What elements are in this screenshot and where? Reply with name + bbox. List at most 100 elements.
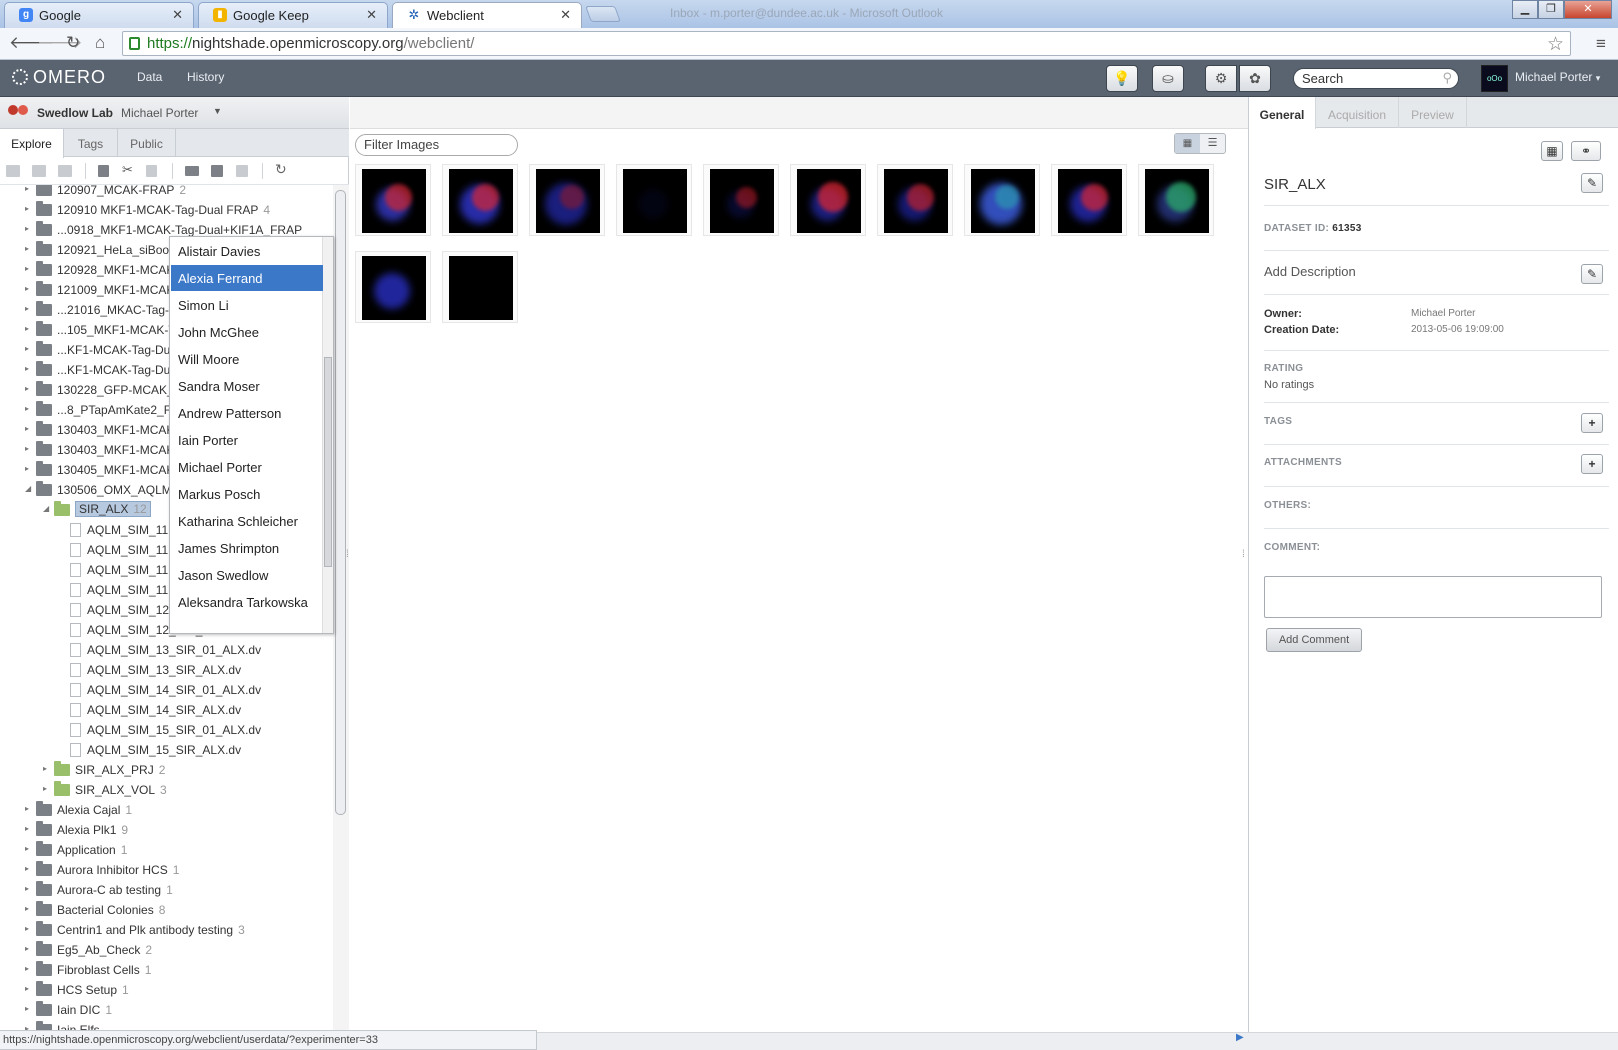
close-tab-icon[interactable]: ✕ [560, 7, 571, 23]
tab-preview[interactable]: Preview [1399, 97, 1467, 128]
add-description[interactable]: Add Description [1264, 264, 1356, 279]
tree-image-item[interactable]: AQLM_SIM_14_SIR_01_ALX.dv [0, 680, 333, 700]
expand-toggle-icon[interactable]: ▸ [25, 324, 29, 333]
edit-name-icon[interactable]: ✎ [1581, 173, 1603, 193]
dropdown-user-item[interactable]: John McGhee [171, 319, 323, 345]
expand-toggle-icon[interactable]: ▸ [25, 244, 29, 253]
expand-toggle-icon[interactable]: ▸ [25, 944, 29, 953]
reload-icon[interactable]: ↻ [66, 33, 80, 53]
tree-dataset-item[interactable]: ▸ SIR_ALX_VOL 3 [0, 780, 333, 800]
expand-toggle-icon[interactable]: ▸ [25, 185, 29, 193]
expand-toggle-icon[interactable]: ▸ [25, 904, 29, 913]
dropdown-user-item[interactable]: Sandra Moser [171, 373, 323, 399]
minimize-button[interactable]: ▁ [1512, 0, 1538, 19]
tab-public[interactable]: Public [118, 129, 176, 157]
image-thumbnail[interactable] [529, 164, 605, 236]
collapse-handle[interactable]: ▶ [1236, 1032, 1244, 1043]
edit-description-icon[interactable]: ✎ [1581, 264, 1603, 284]
expand-toggle-icon[interactable]: ▸ [25, 224, 29, 233]
image-thumbnail[interactable] [442, 251, 518, 323]
user-dropdown-list[interactable]: Alistair Davies Alexia Ferrand Simon Li Joh… [169, 236, 334, 634]
add-attachment-icon[interactable]: + [1581, 454, 1603, 474]
close-window-button[interactable]: ✕ [1564, 0, 1612, 19]
tree-project-item[interactable]: ▸ Aurora Inhibitor HCS 1 [0, 860, 333, 880]
dropdown-user-item[interactable]: Katharina Schleicher [171, 508, 323, 534]
add-tag-icon[interactable]: + [1581, 413, 1603, 433]
expand-toggle-icon[interactable]: ▸ [25, 464, 29, 473]
splitter-handle[interactable]: ⁞ [1242, 549, 1245, 560]
image-thumbnail[interactable] [442, 164, 518, 236]
tree-project-item[interactable]: ▸ Centrin1 and Plk antibody testing 3 [0, 920, 333, 940]
tree-project-item[interactable]: ▸ Fibroblast Cells 1 [0, 960, 333, 980]
chevron-down-icon[interactable]: ▼ [213, 106, 222, 116]
close-tab-icon[interactable]: ✕ [172, 7, 183, 23]
expand-toggle-icon[interactable]: ◢ [25, 484, 31, 493]
tab-explore[interactable]: Explore [0, 129, 64, 158]
user-menu[interactable]: Michael Porter ▾ [1515, 70, 1600, 84]
image-thumbnail[interactable] [616, 164, 692, 236]
dropdown-user-item[interactable]: Alexia Ferrand [171, 265, 323, 291]
expand-toggle-icon[interactable]: ▸ [25, 804, 29, 813]
expand-toggle-icon[interactable]: ▸ [25, 264, 29, 273]
tab-webclient[interactable]: ✲ Webclient ✕ [392, 2, 582, 29]
dropdown-user-item[interactable]: Iain Porter [171, 427, 323, 453]
tree-project-item[interactable]: ▸ 120910 MKF1-MCAK-Tag-Dual FRAP 4 [0, 200, 333, 220]
dropdown-user-item[interactable]: Aleksandra Tarkowska [171, 589, 323, 615]
filter-images-input[interactable]: Filter Images [355, 134, 518, 156]
omero-logo[interactable]: OMERO [12, 67, 106, 88]
tree-dataset-item[interactable]: ▸ SIR_ALX_PRJ 2 [0, 760, 333, 780]
refresh-icon[interactable]: ↻ [275, 161, 287, 177]
activities-icon[interactable]: ✿ [1239, 65, 1271, 92]
tree-project-item[interactable]: ▸ Alexia Cajal 1 [0, 800, 333, 820]
paste-icon[interactable] [146, 165, 157, 177]
tree-project-item[interactable]: ▸ Eg5_Ab_Check 2 [0, 940, 333, 960]
dropdown-user-item[interactable]: Markus Posch [171, 481, 323, 507]
grid-panel-icon[interactable]: ▦ [1541, 141, 1563, 161]
tab-general[interactable]: General [1249, 97, 1316, 129]
image-thumbnail[interactable] [355, 251, 431, 323]
expand-toggle-icon[interactable]: ▸ [25, 824, 29, 833]
browser-menu-icon[interactable]: ≡ [1596, 34, 1606, 54]
tree-image-item[interactable]: AQLM_SIM_15_SIR_01_ALX.dv [0, 720, 333, 740]
expand-toggle-icon[interactable]: ▸ [43, 784, 47, 793]
group-name[interactable]: Swedlow Lab [37, 106, 113, 120]
new-project-icon[interactable] [6, 165, 20, 177]
expand-toggle-icon[interactable]: ▸ [25, 204, 29, 213]
remove-icon[interactable] [185, 166, 199, 176]
avatar[interactable]: oOo [1481, 65, 1508, 92]
group-selector[interactable]: Swedlow Lab Michael Porter ▼ [0, 97, 349, 129]
image-thumbnail[interactable] [877, 164, 953, 236]
nav-history[interactable]: History [187, 70, 224, 84]
tree-image-item[interactable]: AQLM_SIM_13_SIR_ALX.dv [0, 660, 333, 680]
tree-project-item[interactable]: ▸ Aurora-C ab testing 1 [0, 880, 333, 900]
dropdown-user-item[interactable]: Michael Porter [171, 454, 323, 480]
list-view-icon[interactable]: ☰ [1200, 134, 1225, 153]
splitter-handle[interactable]: ⁞ [346, 549, 349, 560]
expand-toggle-icon[interactable]: ▸ [25, 304, 29, 313]
address-bar[interactable]: https://nightshade.openmicroscopy.org/we… [122, 31, 1571, 56]
dropdown-user-item[interactable]: Alistair Davies [171, 238, 323, 264]
tree-project-item[interactable]: ▸ HCS Setup 1 [0, 980, 333, 1000]
expand-toggle-icon[interactable]: ▸ [25, 284, 29, 293]
new-screen-icon[interactable] [58, 165, 72, 177]
grid-view-icon[interactable]: ▦ [1175, 134, 1200, 153]
delete-icon[interactable] [211, 165, 223, 177]
comment-input[interactable] [1264, 576, 1602, 618]
tree-image-item[interactable]: AQLM_SIM_14_SIR_ALX.dv [0, 700, 333, 720]
tab-acquisition[interactable]: Acquisition [1316, 97, 1399, 128]
home-icon[interactable]: ⌂ [95, 33, 105, 53]
expand-toggle-icon[interactable]: ▸ [25, 984, 29, 993]
tab-google[interactable]: g Google ✕ [4, 2, 194, 28]
tree-scrollbar[interactable] [333, 185, 349, 1032]
group-user[interactable]: Michael Porter [121, 106, 198, 120]
link-icon[interactable]: ⚭ [1571, 141, 1601, 161]
tree-image-item[interactable]: AQLM_SIM_15_SIR_ALX.dv [0, 740, 333, 760]
expand-toggle-icon[interactable]: ▸ [25, 384, 29, 393]
image-thumbnail[interactable] [1051, 164, 1127, 236]
new-tab-button[interactable] [585, 6, 621, 22]
tree-image-item[interactable]: AQLM_SIM_13_SIR_01_ALX.dv [0, 640, 333, 660]
tree-project-item[interactable]: ▸ 120907_MCAK-FRAP 2 [0, 185, 333, 200]
chgrp-icon[interactable] [236, 165, 248, 177]
tree-project-item[interactable]: ▸ Iain DIC 1 [0, 1000, 333, 1020]
basket-icon[interactable]: ⛀ [1152, 65, 1184, 92]
